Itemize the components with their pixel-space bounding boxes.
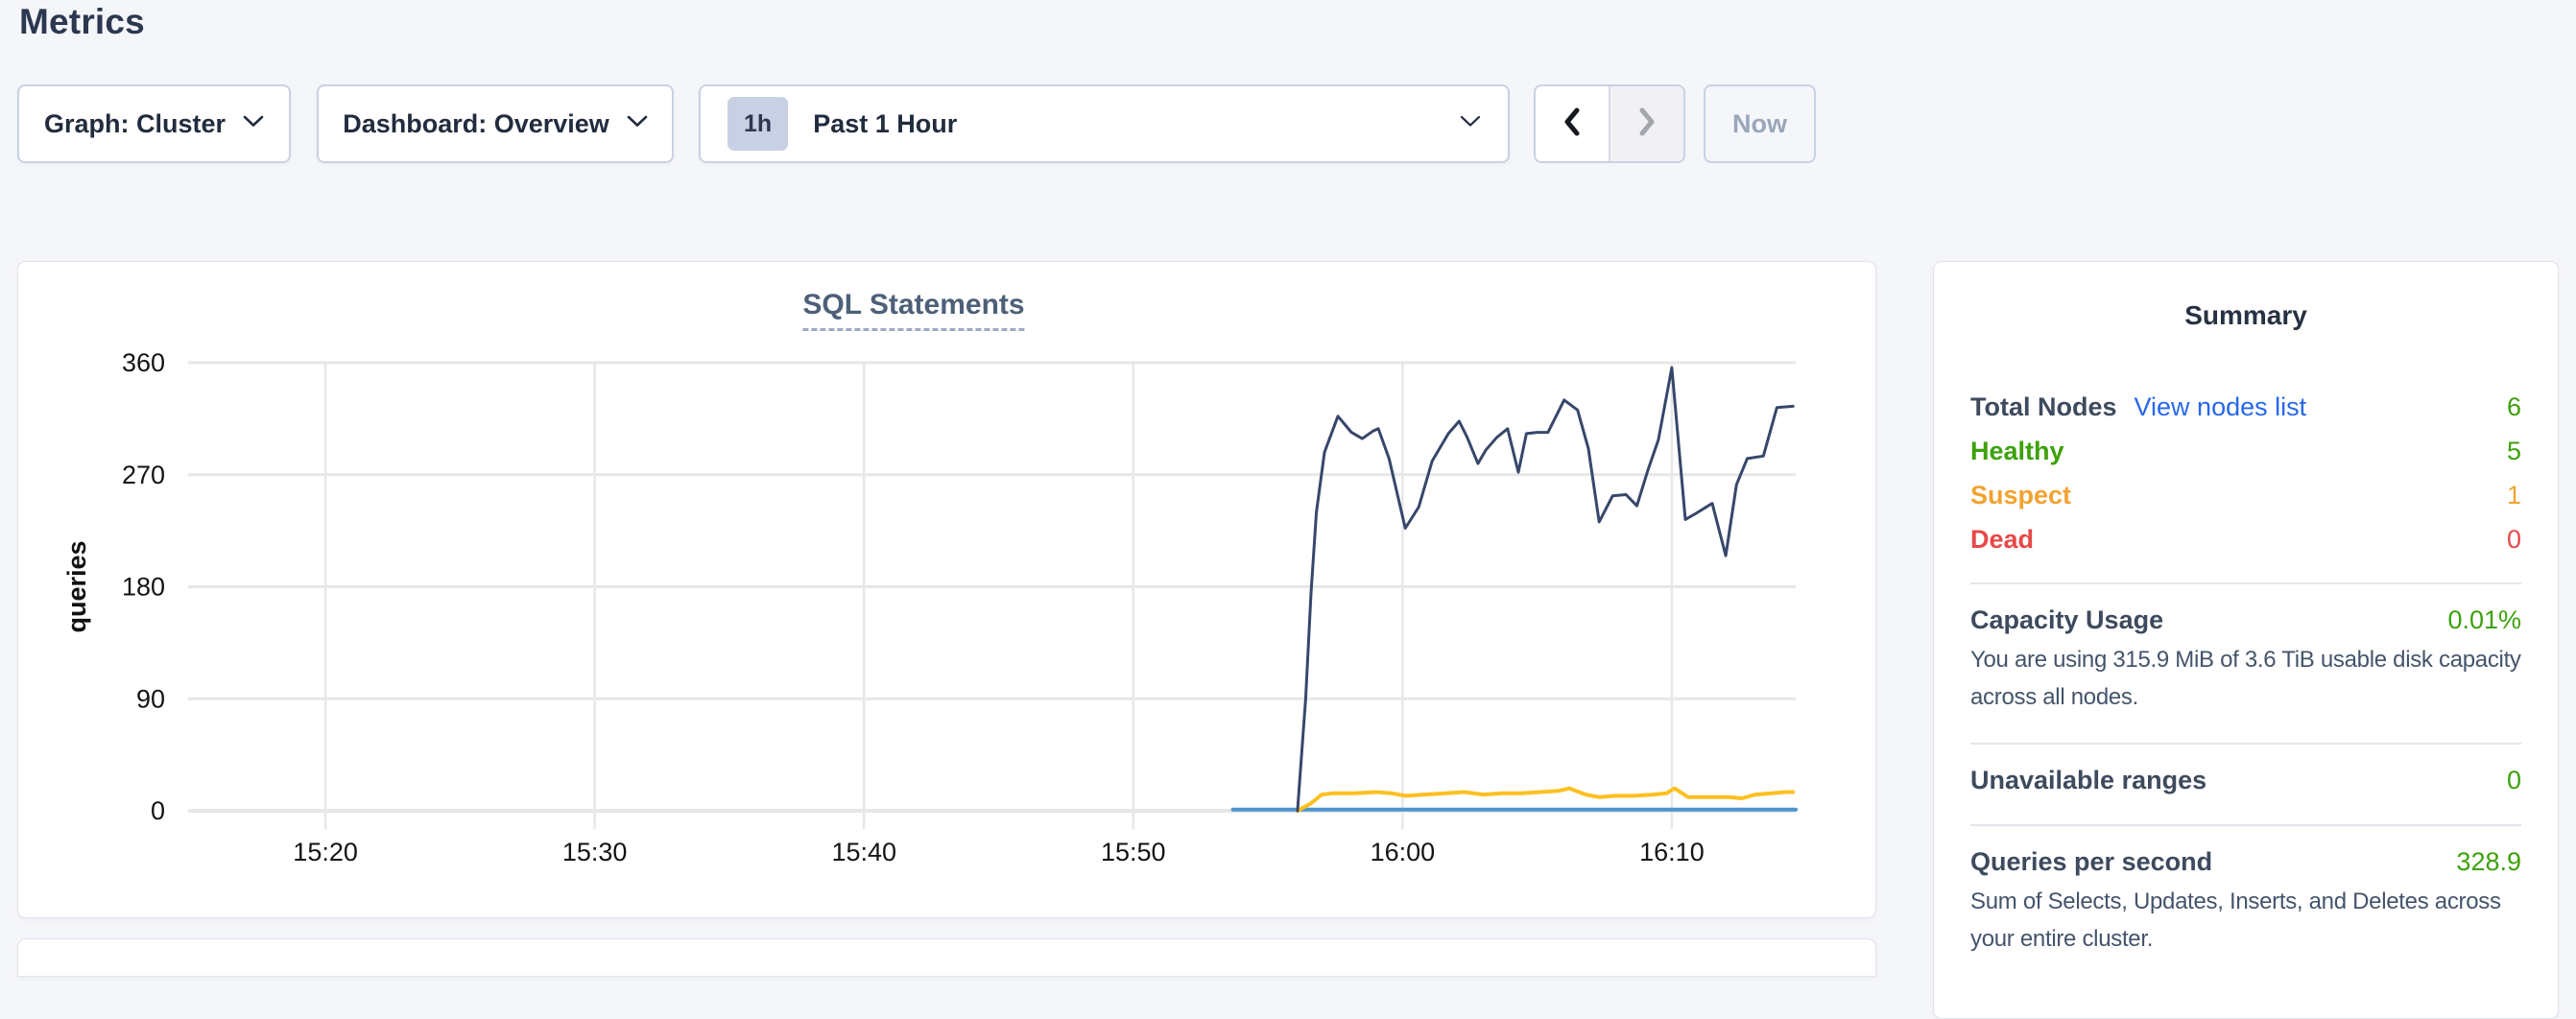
total-nodes-value: 6 <box>2507 385 2521 429</box>
sql-statements-chart[interactable]: SQL Statements 09018027036015:2015:3015:… <box>17 261 1876 918</box>
divider <box>1970 582 2521 584</box>
chevron-down-icon <box>627 115 648 132</box>
page-title: Metrics <box>19 2 145 42</box>
now-button[interactable]: Now <box>1704 84 1816 163</box>
prev-time-button[interactable] <box>1536 86 1609 161</box>
svg-text:15:40: 15:40 <box>831 838 896 866</box>
svg-text:queries: queries <box>62 540 91 632</box>
capacity-usage-value: 0.01% <box>2447 605 2521 635</box>
chevron-left-icon <box>1560 106 1585 143</box>
unavailable-ranges-row: Unavailable ranges 0 <box>1970 766 2521 795</box>
view-nodes-list-link[interactable]: View nodes list <box>2135 385 2307 429</box>
svg-text:16:10: 16:10 <box>1639 838 1705 866</box>
graph-dropdown-label: Graph: Cluster <box>44 109 226 139</box>
next-chart-card <box>17 938 1876 977</box>
summary-panel: Summary Total Nodes View nodes list 6 He… <box>1933 261 2559 1019</box>
divider <box>1970 743 2521 745</box>
total-nodes-label: Total Nodes <box>1970 385 2117 429</box>
suspect-nodes-row: Suspect 1 <box>1970 473 2521 517</box>
summary-title: Summary <box>1970 262 2521 331</box>
chevron-down-icon <box>1460 115 1481 132</box>
node-status-list: Total Nodes View nodes list 6 Healthy 5 … <box>1970 385 2521 561</box>
dead-value: 0 <box>2507 517 2521 561</box>
queries-per-second-description: Sum of Selects, Updates, Inserts, and De… <box>1970 883 2521 958</box>
time-range-badge: 1h <box>727 97 788 151</box>
svg-text:16:00: 16:00 <box>1371 838 1436 866</box>
chevron-right-icon <box>1634 106 1659 143</box>
divider <box>1970 824 2521 826</box>
suspect-label: Suspect <box>1970 473 2071 517</box>
queries-per-second-label: Queries per second <box>1970 847 2212 877</box>
capacity-usage-label: Capacity Usage <box>1970 605 2163 635</box>
time-step-control <box>1534 84 1685 163</box>
svg-text:90: 90 <box>136 684 165 713</box>
svg-text:15:50: 15:50 <box>1101 838 1166 866</box>
svg-text:0: 0 <box>151 796 165 825</box>
capacity-usage-row: Capacity Usage 0.01% <box>1970 605 2521 635</box>
chart-canvas: 0 90 180 270 360 15:20 15:30 15:40 15:50 16:00 16:… <box>18 262 1875 917</box>
time-range-label: Past 1 Hour <box>813 109 957 139</box>
dashboard-dropdown[interactable]: Dashboard: Overview <box>317 84 674 163</box>
chevron-down-icon <box>243 115 264 132</box>
svg-text:180: 180 <box>122 573 165 602</box>
total-nodes-row: Total Nodes View nodes list 6 <box>1970 385 2521 429</box>
svg-text:15:20: 15:20 <box>293 838 358 866</box>
next-time-button[interactable] <box>1609 86 1683 161</box>
dead-nodes-row: Dead 0 <box>1970 517 2521 561</box>
svg-text:270: 270 <box>122 461 165 489</box>
graph-dropdown[interactable]: Graph: Cluster <box>17 84 291 163</box>
healthy-label: Healthy <box>1970 429 2064 473</box>
queries-per-second-value: 328.9 <box>2456 847 2521 877</box>
healthy-value: 5 <box>2507 429 2521 473</box>
capacity-usage-description: You are using 315.9 MiB of 3.6 TiB usabl… <box>1970 641 2521 716</box>
healthy-nodes-row: Healthy 5 <box>1970 429 2521 473</box>
time-range-selector[interactable]: 1h Past 1 Hour <box>699 84 1510 163</box>
svg-text:15:30: 15:30 <box>562 838 628 866</box>
suspect-value: 1 <box>2507 473 2521 517</box>
unavailable-ranges-label: Unavailable ranges <box>1970 766 2206 795</box>
dashboard-dropdown-label: Dashboard: Overview <box>343 109 609 139</box>
queries-per-second-row: Queries per second 328.9 <box>1970 847 2521 877</box>
unavailable-ranges-value: 0 <box>2507 766 2521 795</box>
svg-text:360: 360 <box>122 348 165 377</box>
dead-label: Dead <box>1970 517 2034 561</box>
